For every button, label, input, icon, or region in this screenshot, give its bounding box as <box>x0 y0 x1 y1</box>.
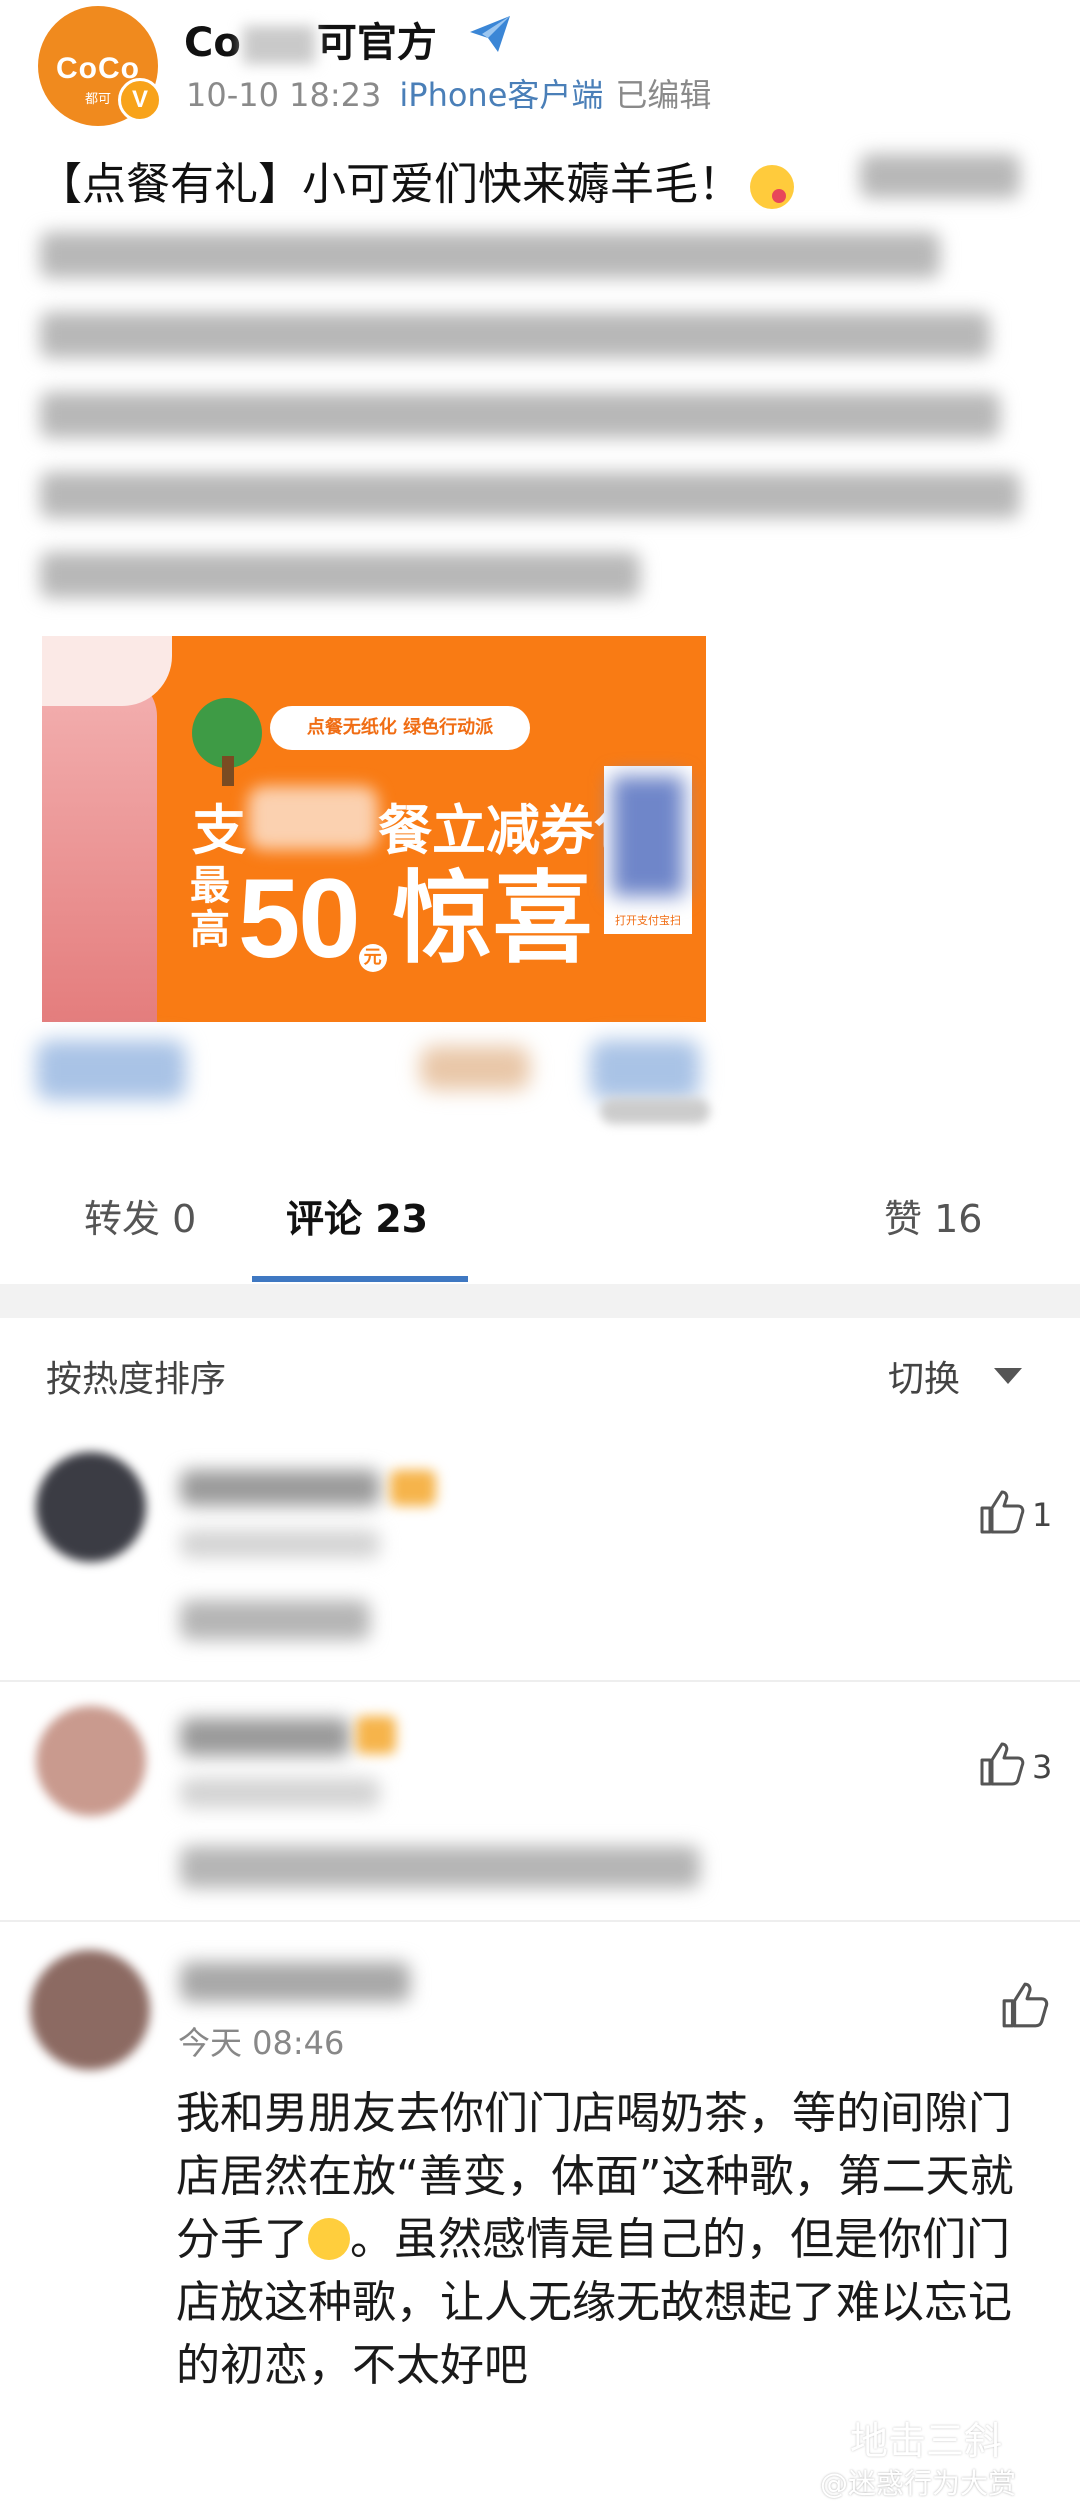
redacted-text <box>40 472 1020 518</box>
redacted-text <box>40 312 990 358</box>
tab-repost[interactable]: 转发 0 <box>84 1188 196 1243</box>
account-name-end: 可官方 <box>316 20 437 66</box>
comment-time: 今天 08:46 <box>178 2024 345 2062</box>
redacted-comment <box>180 1846 700 1888</box>
post-first-line: 【点餐有礼】小可爱们快来薅羊毛！ <box>38 148 794 212</box>
banner-redacted <box>248 786 378 850</box>
level-badge-icon <box>390 1470 436 1506</box>
tab-likes[interactable]: 赞 16 <box>884 1188 982 1243</box>
section-divider <box>0 1284 1080 1318</box>
level-badge-icon <box>356 1716 396 1754</box>
account-name-redacted <box>242 26 315 64</box>
commenter-avatar[interactable] <box>36 1706 146 1816</box>
account-name-start: Co <box>184 20 241 66</box>
active-tab-indicator <box>252 1276 468 1282</box>
like-count: 1 <box>1032 1496 1053 1534</box>
thumbs-up-icon[interactable] <box>1000 1980 1050 2030</box>
drooling-face-icon <box>750 165 794 209</box>
promo-banner-image[interactable]: 点餐无纸化 绿色行动派 支 餐立减券包 最高50 元惊喜 打开支付宝扫 <box>42 636 706 1022</box>
sort-label: 按热度排序 <box>46 1359 227 1400</box>
chevron-down-icon[interactable] <box>994 1368 1022 1384</box>
post-client[interactable]: iPhone客户端 <box>399 76 603 114</box>
redacted-comment <box>180 1600 370 1640</box>
thumbs-up-icon[interactable] <box>978 1488 1026 1536</box>
commenter-avatar[interactable] <box>36 1452 146 1562</box>
milk-tea-cup-graphic <box>42 676 157 1022</box>
banner-prefix: 最高 <box>190 863 230 953</box>
account-name[interactable]: Co 可官方 <box>184 10 437 68</box>
banner-number: 50 <box>238 856 361 981</box>
banner-title-start: 支 <box>192 799 246 862</box>
paper-plane-icon <box>470 16 510 52</box>
cup-cream-graphic <box>42 636 172 706</box>
redacted-watermark <box>600 1098 710 1124</box>
smile-emoji-icon <box>308 2218 350 2260</box>
post-first-line-text: 【点餐有礼】小可爱们快来薅羊毛！ <box>38 159 742 210</box>
qr-caption: 打开支付宝扫 <box>615 914 681 927</box>
redacted-username <box>180 1718 350 1756</box>
tab-comments[interactable]: 评论 23 <box>286 1188 428 1243</box>
redacted-username <box>180 1962 410 2002</box>
switch-sort-button[interactable]: 切换 <box>888 1350 960 1402</box>
redacted-time <box>180 1530 380 1558</box>
commenter-avatar[interactable] <box>30 1950 150 2070</box>
banner-suffix: 惊喜 <box>392 860 593 977</box>
tree-trunk-graphic <box>222 756 234 786</box>
verified-badge: V <box>118 78 162 122</box>
comment-divider <box>0 1680 1080 1682</box>
qr-code-redacted <box>612 776 684 896</box>
like-count: 3 <box>1032 1748 1053 1786</box>
redacted-text <box>860 154 1020 198</box>
post-meta: 10-10 18:23 iPhone客户端 已编辑 <box>186 70 711 116</box>
edited-label[interactable]: 已编辑 <box>615 76 711 114</box>
redacted-text <box>40 392 1000 438</box>
watermark-handle: @迷惑行为大赏 <box>820 2467 1017 2500</box>
banner-unit: 元 <box>358 944 387 972</box>
banner-amount: 最高50 元惊喜 <box>190 863 593 975</box>
redacted-username <box>180 1470 380 1506</box>
redacted-link <box>36 1040 186 1100</box>
comment-text: 我和男朋友去你们门店喝奶茶，等的间隙门店居然在放“善变，体面”这种歌，第二天就分… <box>176 2082 1016 2397</box>
banner-tag: 点餐无纸化 绿色行动派 <box>270 706 530 750</box>
comment-divider <box>0 1920 1080 1922</box>
post-time: 10-10 18:23 <box>186 76 382 114</box>
watermark-top: 地击三斜 <box>850 2419 1003 2463</box>
redacted-text <box>40 552 640 598</box>
redacted-time <box>180 1778 380 1808</box>
redacted-link <box>590 1040 700 1100</box>
thumbs-up-icon[interactable] <box>978 1740 1026 1788</box>
redacted-info <box>420 1046 530 1090</box>
redacted-text <box>40 232 940 278</box>
